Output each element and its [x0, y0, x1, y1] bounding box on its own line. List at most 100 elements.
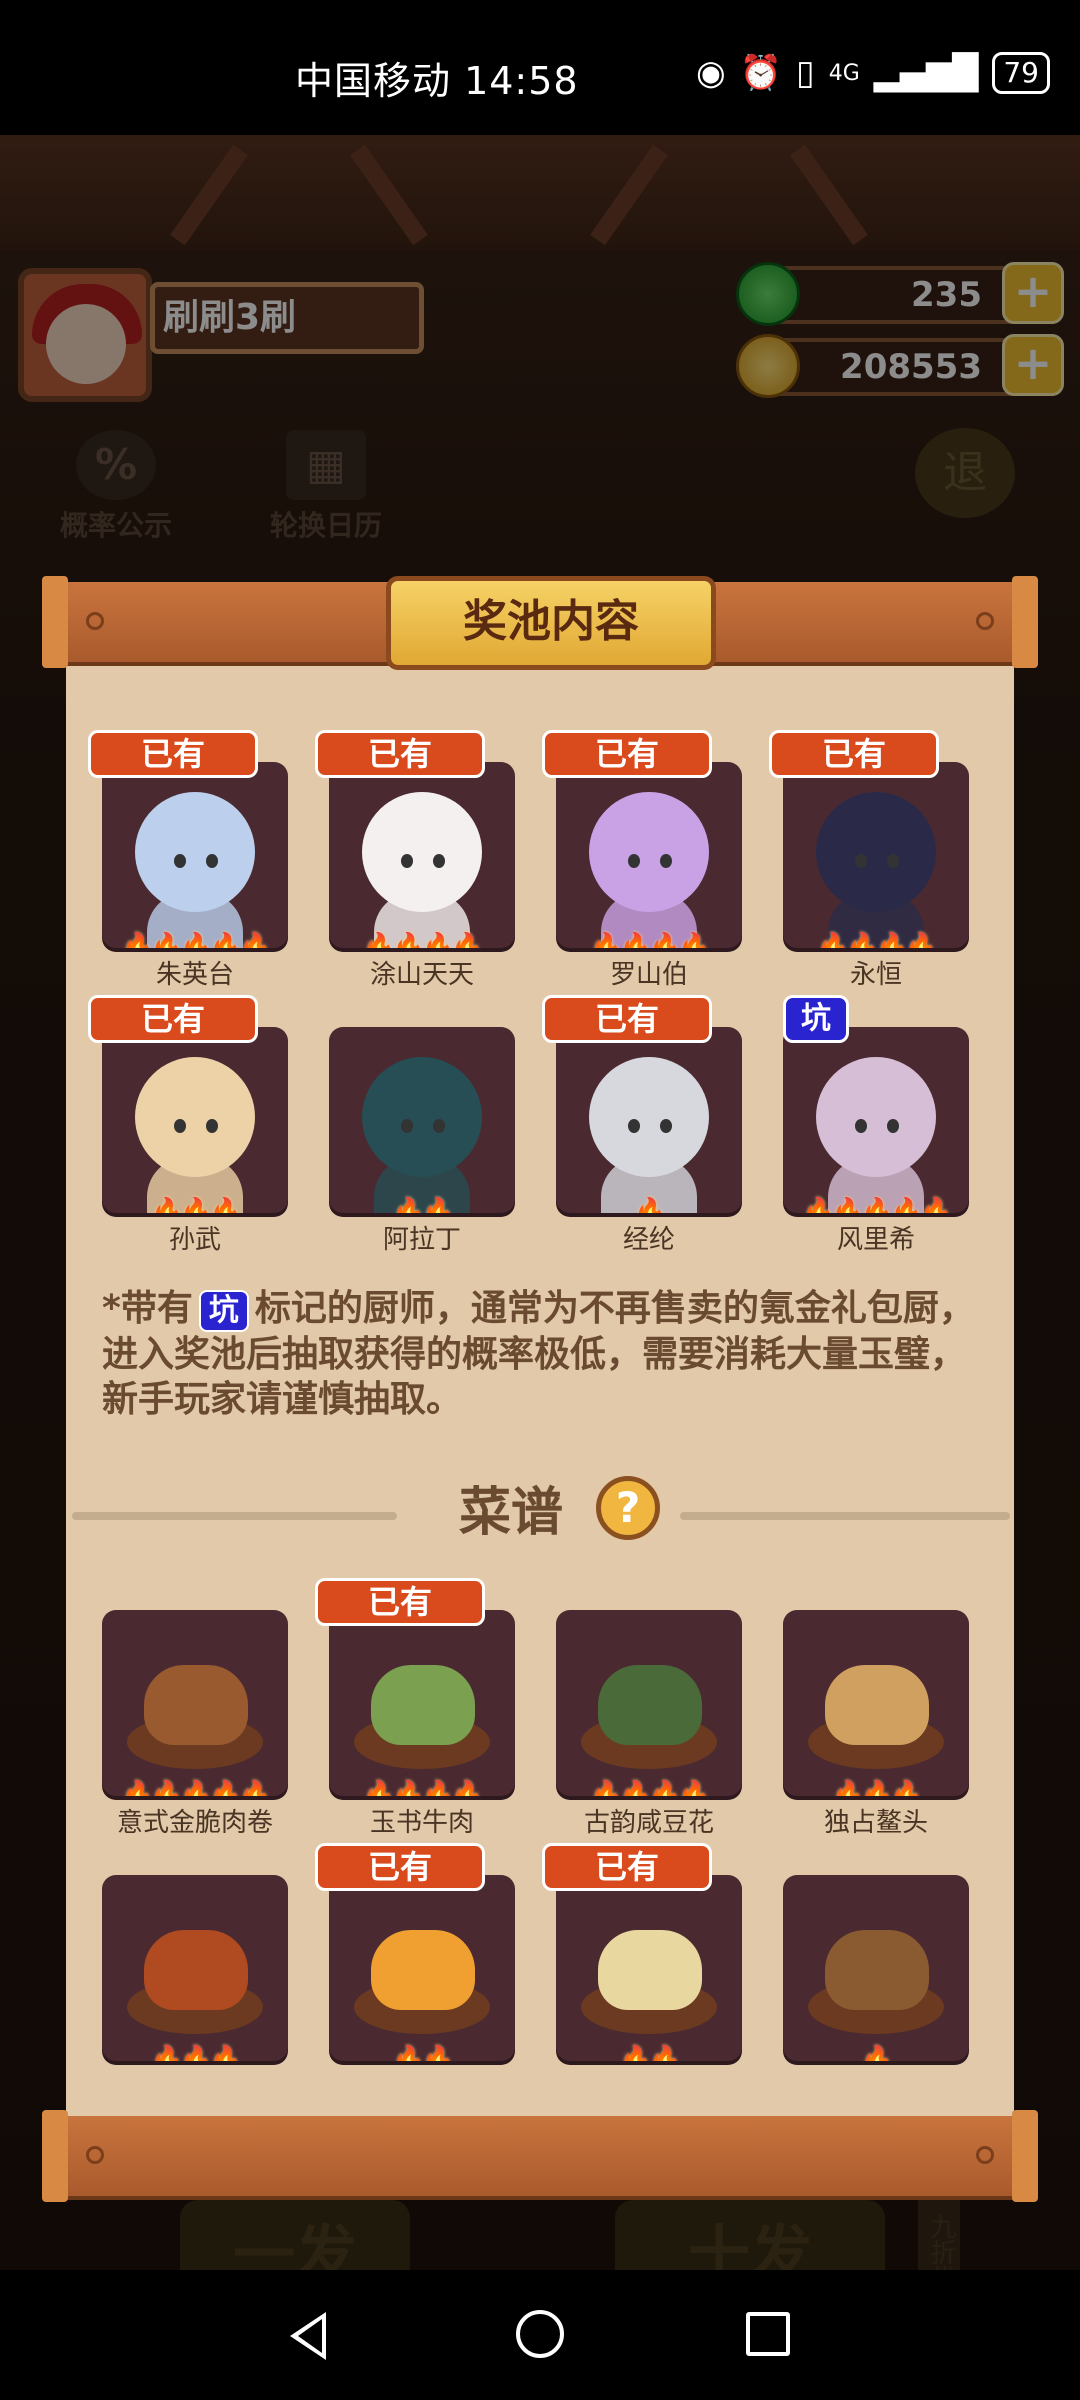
chef-name: 罗山伯 [609, 960, 688, 990]
chef-name: 阿拉丁 [382, 1225, 461, 1255]
chef-head [135, 792, 255, 912]
chef-card[interactable]: 🔥🔥🔥🔥🔥 朱英台 已有 [88, 730, 288, 1007]
rarity-flames: 🔥 [634, 1197, 666, 1213]
owned-badge: 已有 [315, 1843, 485, 1891]
chef-card[interactable]: 🔥🔥🔥🔥 涂山天天 已有 [315, 730, 515, 1007]
chef-card[interactable]: 🔥🔥 阿拉丁 [329, 1007, 515, 1272]
carrier-time: 中国移动 14:58 [295, 59, 579, 103]
chef-name: 永恒 [849, 960, 902, 990]
recipe-card[interactable]: 🔥🔥🔥 独占鳌头 [783, 1590, 969, 1855]
rarity-flames: 🔥🔥 [392, 1197, 455, 1213]
rarity-flames: 🔥🔥🔥🔥🔥 [121, 1780, 272, 1796]
chef-portrait: 🔥 [556, 1027, 742, 1213]
rarity-flames: 🔥🔥🔥🔥 [590, 1780, 711, 1796]
rail-cap [42, 2110, 68, 2202]
chef-grid: 🔥🔥🔥🔥🔥 朱英台 已有 🔥🔥🔥🔥 涂山天天 已有 🔥🔥🔥🔥 罗山伯 已有 🔥🔥🔥🔥 永恒 已有 🔥🔥🔥… [88, 730, 969, 1272]
chef-eye [401, 854, 413, 868]
chef-eye [887, 854, 899, 868]
chef-head [362, 792, 482, 912]
chef-eye [174, 1119, 186, 1133]
chef-card[interactable]: 🔥 经纶 已有 [542, 995, 742, 1272]
battery-indicator: 79 [992, 52, 1050, 94]
dish-food [144, 1665, 248, 1745]
rarity-flames: 🔥🔥 [619, 2045, 682, 2061]
chef-eye [206, 1119, 218, 1133]
recipe-image: 🔥🔥🔥🔥 [329, 1610, 515, 1796]
chef-eye [433, 1119, 445, 1133]
owned-badge: 已有 [315, 1578, 485, 1626]
recipe-image: 🔥🔥🔥🔥 [556, 1610, 742, 1796]
rarity-flames: 🔥🔥 [392, 2045, 455, 2061]
owned-badge: 已有 [88, 730, 258, 778]
nail-icon [86, 2146, 104, 2164]
chef-eye [855, 1119, 867, 1133]
nail-icon [976, 2146, 994, 2164]
dish-food [371, 1930, 475, 2010]
rail-cap [42, 576, 68, 668]
chef-eye [628, 854, 640, 868]
chef-portrait: 🔥🔥🔥🔥 [329, 762, 515, 948]
chef-head [135, 1057, 255, 1177]
chef-card[interactable]: 🔥🔥🔥🔥🔥 风里希 坑 [783, 995, 969, 1272]
chef-name: 风里希 [836, 1225, 915, 1255]
recipe-name: 玉书牛肉 [369, 1808, 474, 1838]
dish-food [371, 1665, 475, 1745]
chef-name: 经纶 [622, 1225, 675, 1255]
chef-portrait: 🔥🔥🔥🔥 [556, 762, 742, 948]
panel-bottom-rail [42, 2110, 1038, 2202]
chef-portrait: 🔥🔥 [329, 1027, 515, 1213]
chef-eye [628, 1119, 640, 1133]
rarity-flames: 🔥🔥🔥🔥 [363, 1780, 484, 1796]
chef-head [589, 792, 709, 912]
rarity-flames: 🔥🔥🔥🔥 [363, 932, 484, 948]
recipe-image: 🔥 [783, 1875, 969, 2061]
recipe-image: 🔥🔥 [329, 1875, 515, 2061]
nail-icon [976, 612, 994, 630]
network-label: 4G [828, 60, 860, 86]
chef-portrait: 🔥🔥🔥🔥 [783, 762, 969, 948]
owned-badge: 已有 [542, 730, 712, 778]
status-icons: ◉ ⏰ ▯ 4G ▂▄▆█ 79 [696, 52, 1050, 94]
chef-eye [660, 1119, 672, 1133]
chef-portrait: 🔥🔥🔥🔥🔥 [783, 1027, 969, 1213]
chef-card[interactable]: 🔥🔥🔥🔥 永恒 已有 [769, 730, 969, 1007]
recipe-card[interactable]: 🔥🔥🔥🔥 古韵咸豆花 [556, 1590, 742, 1855]
chef-eye [206, 854, 218, 868]
recipe-image: 🔥🔥 [556, 1875, 742, 2061]
rarity-flames: 🔥🔥🔥 [150, 1197, 242, 1213]
recipe-card[interactable]: 🔥🔥 已有 [315, 1843, 515, 2120]
chef-eye [855, 854, 867, 868]
chef-head [816, 792, 936, 912]
chef-eye [433, 854, 445, 868]
home-icon[interactable] [516, 2310, 564, 2358]
dish-food [825, 1930, 929, 2010]
rarity-flames: 🔥🔥🔥🔥 [590, 932, 711, 948]
panel-title: 奖池内容 [386, 576, 716, 670]
recipe-card[interactable]: 🔥🔥🔥 [102, 1855, 288, 2120]
recipe-image: 🔥🔥🔥 [783, 1610, 969, 1796]
recipe-name: 古韵咸豆花 [583, 1808, 714, 1838]
rarity-flames: 🔥🔥🔥🔥🔥 [802, 1197, 953, 1213]
recipe-grid: 🔥🔥🔥🔥🔥 意式金脆肉卷 🔥🔥🔥🔥 玉书牛肉 已有 🔥🔥🔥🔥 古韵咸豆花 🔥🔥🔥 独占鳌头 🔥🔥🔥… [102, 1578, 969, 2120]
chef-head [816, 1057, 936, 1177]
chef-card[interactable]: 🔥🔥🔥🔥 罗山伯 已有 [542, 730, 742, 1007]
recipe-card[interactable]: 🔥 [783, 1855, 969, 2120]
note-prefix: *带有 [102, 1288, 193, 1329]
back-icon[interactable] [290, 2312, 326, 2360]
dish-food [598, 1665, 702, 1745]
chef-eye [174, 854, 186, 868]
dish-food [598, 1930, 702, 2010]
recent-apps-icon[interactable] [746, 2312, 790, 2356]
dish-food [144, 1930, 248, 2010]
owned-badge: 已有 [542, 1843, 712, 1891]
chef-card[interactable]: 🔥🔥🔥 孙武 已有 [88, 995, 288, 1272]
chef-name: 朱英台 [155, 960, 234, 990]
pit-inline-badge: 坑 [198, 1290, 249, 1332]
vibrate-icon: ▯ [796, 53, 815, 93]
chef-portrait: 🔥🔥🔥🔥🔥 [102, 762, 288, 948]
rail-cap [1012, 2110, 1038, 2202]
recipe-card[interactable]: 🔥🔥🔥🔥🔥 意式金脆肉卷 [102, 1590, 288, 1855]
help-icon[interactable]: ? [596, 1476, 660, 1540]
recipe-card[interactable]: 🔥🔥 已有 [542, 1843, 742, 2120]
recipe-card[interactable]: 🔥🔥🔥🔥 玉书牛肉 已有 [315, 1578, 515, 1855]
